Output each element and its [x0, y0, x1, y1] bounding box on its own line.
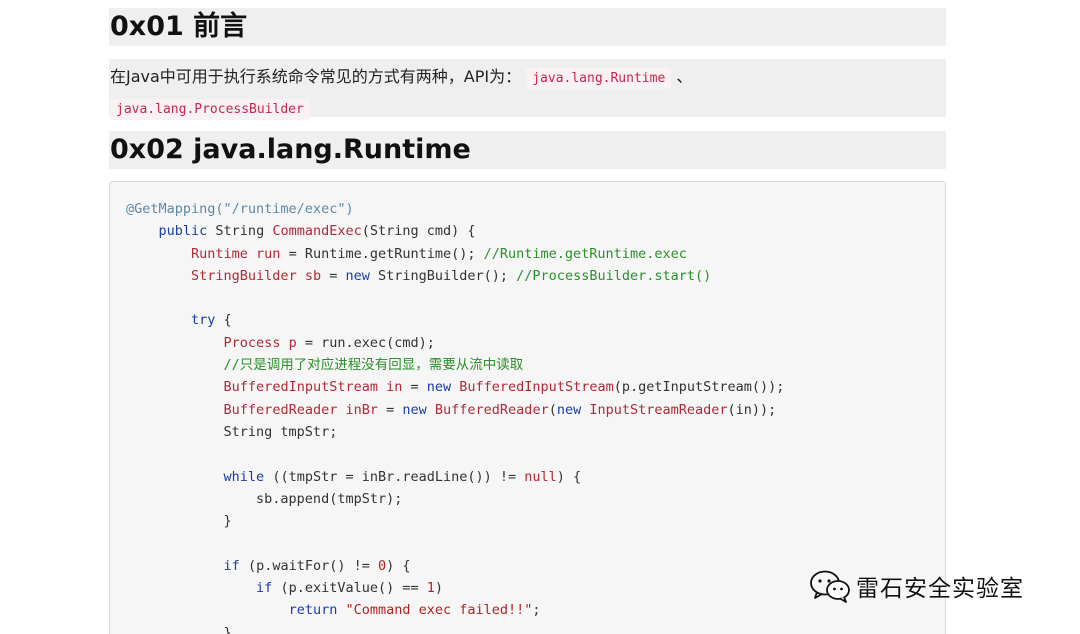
code-token: StringBuilder sb — [191, 267, 322, 284]
inline-code-processbuilder: java.lang.ProcessBuilder — [110, 99, 310, 120]
code-line: while ((tmpStr = inBr.readLine()) != nul… — [126, 466, 945, 488]
code-token: = — [321, 267, 346, 284]
code-token: "Command exec failed!!" — [345, 602, 533, 619]
heading-intro: 0x01 前言 — [109, 8, 946, 46]
code-token: InputStreamReader — [589, 401, 728, 418]
article-page: 0x01 前言 在Java中可用于执行系统命令常见的方式有两种，API为： ja… — [0, 0, 1080, 634]
code-line: BufferedInputStream in = new BufferedInp… — [126, 376, 945, 398]
code-line: Runtime run = Runtime.getRuntime(); //Ru… — [126, 243, 945, 265]
code-token: = Runtime.getRuntime(); — [280, 245, 484, 262]
code-token: } — [126, 624, 232, 634]
code-token: BufferedReader inBr — [223, 401, 378, 418]
code-line: BufferedReader inBr = new BufferedReader… — [126, 399, 945, 421]
code-token: = — [402, 379, 427, 396]
code-token: (p.getInputStream()); — [613, 379, 785, 396]
code-token: return — [288, 602, 338, 619]
code-line: @GetMapping("/runtime/exec") — [126, 198, 945, 220]
code-token: ) { — [386, 557, 411, 574]
code-token: ; — [532, 602, 541, 619]
code-token: (in)); — [727, 401, 777, 418]
code-token: if — [256, 580, 273, 597]
code-token: public — [158, 223, 208, 240]
code-token: (p.exitValue() == — [272, 580, 427, 597]
code-token: StringBuilder(); — [369, 267, 517, 284]
code-token: Runtime run — [191, 245, 281, 262]
code-token: String — [207, 223, 273, 240]
watermark: 雷石安全实验室 — [808, 566, 1024, 606]
code-line: try { — [126, 309, 945, 331]
code-token: sb.append(tmpStr); — [126, 490, 403, 507]
code-token: new — [556, 401, 582, 418]
wechat-icon — [810, 570, 850, 603]
code-line: public String CommandExec(String cmd) { — [126, 220, 945, 242]
code-token: 0 — [377, 557, 387, 574]
code-token: ( — [548, 401, 557, 418]
code-token: null — [524, 468, 557, 485]
code-token: new — [426, 379, 452, 396]
code-token: BufferedReader — [434, 401, 549, 418]
code-token: CommandExec — [272, 223, 362, 240]
code-line: String tmpStr; — [126, 421, 945, 443]
inline-code-runtime: java.lang.Runtime — [526, 68, 672, 89]
code-token: //Runtime.getRuntime.exec — [483, 245, 687, 262]
intro-text: 在Java中可用于执行系统命令常见的方式有两种，API为： — [110, 67, 522, 86]
code-token: ) { — [556, 468, 582, 485]
code-line: sb.append(tmpStr); — [126, 488, 945, 510]
code-token: (p.waitFor() != — [239, 557, 378, 574]
code-token: String tmpStr; — [126, 423, 338, 440]
intro-paragraph: 在Java中可用于执行系统命令常见的方式有两种，API为： java.lang.… — [109, 59, 946, 120]
code-token: @GetMapping("/runtime/exec") — [126, 201, 354, 217]
code-line: Process p = run.exec(cmd); — [126, 332, 945, 354]
heading-runtime: 0x02 java.lang.Runtime — [109, 131, 946, 169]
code-line: StringBuilder sb = new StringBuilder(); … — [126, 265, 945, 287]
code-line: //只是调用了对应进程没有回显，需要从流中读取 — [126, 354, 945, 376]
code-token: { — [215, 312, 232, 329]
code-token: } — [126, 513, 232, 530]
code-token: if — [223, 557, 240, 574]
code-token: = — [377, 401, 403, 418]
code-token: (String cmd) { — [361, 223, 476, 240]
code-token: //只是调用了对应进程没有回显，需要从流中读取 — [223, 357, 524, 374]
watermark-text: 雷石安全实验室 — [856, 576, 1024, 602]
code-token: ) — [434, 580, 444, 597]
code-token: = run.exec(cmd); — [296, 334, 435, 351]
code-token: //ProcessBuilder.start() — [516, 267, 712, 284]
code-token: new — [402, 401, 427, 418]
code-token: BufferedInputStream — [459, 379, 614, 396]
code-token: 1 — [426, 580, 435, 597]
separator: 、 — [676, 67, 693, 86]
code-token: new — [345, 267, 370, 284]
code-token: Process p — [223, 334, 297, 351]
code-line: } — [126, 510, 945, 532]
code-token: while — [223, 468, 265, 485]
code-token: ((tmpStr = inBr.readLine()) != — [264, 468, 525, 485]
code-token: BufferedInputStream in — [223, 379, 403, 396]
code-token: try — [191, 312, 216, 329]
code-line: } — [126, 622, 945, 634]
